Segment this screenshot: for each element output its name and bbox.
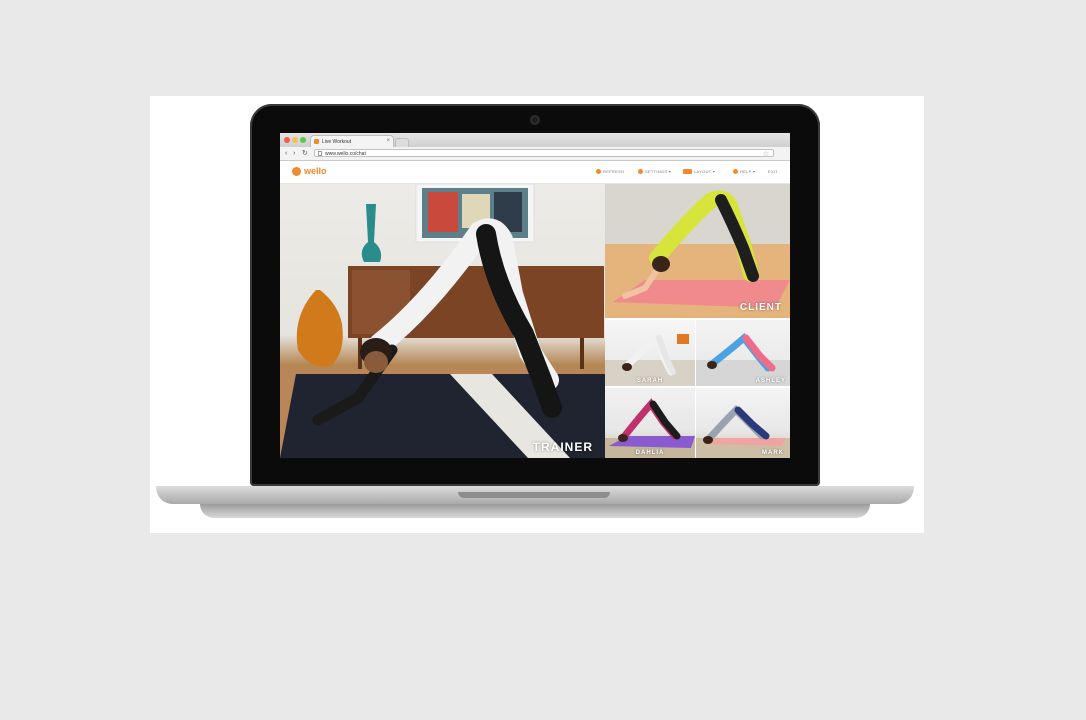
participant-label: SARAH (636, 378, 664, 384)
laptop-base-underside (200, 504, 870, 518)
layout-menu[interactable]: LAYOUT ▾ (683, 169, 716, 175)
zoom-window-button[interactable] (300, 137, 306, 143)
dahlia-scene (605, 398, 695, 458)
participant-label: DAHLIA (635, 450, 665, 456)
back-button[interactable]: ‹ (285, 149, 287, 158)
trainer-label: TRAINER (532, 440, 593, 454)
participant-video-ashley[interactable]: ASHLEY (696, 320, 790, 386)
refresh-label: REFRESH (603, 169, 625, 174)
client-video[interactable]: CLIENT (605, 184, 790, 318)
laptop-lid-notch (458, 492, 610, 498)
address-bar[interactable]: www.wello.co/chat ☆ (314, 149, 774, 159)
refresh-icon (596, 169, 601, 175)
app-logo[interactable]: wello (304, 166, 327, 176)
participant-video-sarah[interactable]: SARAH (605, 320, 695, 386)
app-header: wello REFRESH SETTINGS ▾ LAYOUT ▾ HELP ▾… (280, 161, 790, 184)
help-menu[interactable]: HELP ▾ (733, 169, 756, 175)
participant-video-mark[interactable]: MARK (696, 388, 790, 458)
refresh-button[interactable]: REFRESH (596, 169, 625, 175)
gear-icon (638, 169, 643, 175)
wello-logo-icon (292, 167, 301, 176)
page-icon (318, 151, 322, 156)
trainer-scene (280, 184, 605, 458)
reload-button[interactable]: ↻ (302, 149, 308, 158)
browser-toolbar: ‹ › ↻ www.wello.co/chat ☆ (280, 147, 790, 161)
layout-icon (683, 169, 692, 175)
forward-button[interactable]: › (293, 149, 295, 158)
layout-label: LAYOUT ▾ (694, 169, 716, 174)
bookmark-star-icon[interactable]: ☆ (763, 151, 769, 159)
settings-menu[interactable]: SETTINGS ▾ (638, 169, 672, 175)
ashley-scene (696, 332, 790, 386)
help-label: HELP ▾ (740, 169, 756, 174)
participant-label: MARK (762, 450, 784, 456)
client-label: CLIENT (739, 302, 782, 313)
settings-label: SETTINGS ▾ (645, 169, 672, 174)
participant-video-dahlia[interactable]: DAHLIA (605, 388, 695, 458)
client-scene (605, 184, 790, 318)
minimize-window-button[interactable] (292, 137, 298, 143)
webcam-icon (530, 115, 540, 125)
sarah-scene (605, 332, 695, 386)
tab-close-icon[interactable]: × (386, 138, 390, 144)
favicon-icon (314, 139, 319, 144)
mark-scene (696, 405, 790, 458)
exit-button[interactable]: EXIT (768, 169, 778, 174)
help-icon (733, 169, 738, 175)
close-window-button[interactable] (284, 137, 290, 143)
tab-title: Live Workout (322, 139, 352, 145)
participant-label: ASHLEY (755, 378, 786, 384)
browser-titlebar: Live Workout × (280, 133, 790, 148)
trainer-video[interactable]: TRAINER (280, 184, 605, 458)
address-bar-url: www.wello.co/chat (325, 151, 366, 157)
laptop-screen: Live Workout × ‹ › ↻ www.wello.co/chat ☆… (280, 133, 790, 458)
